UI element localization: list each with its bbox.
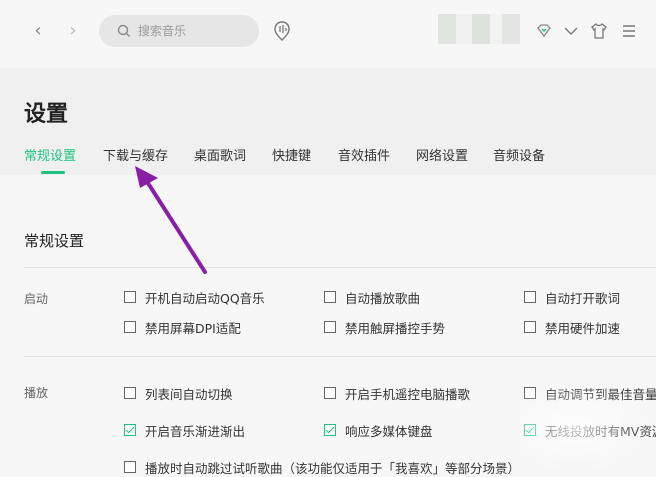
option-wireless-mv[interactable]: 无线投放时有MV资源 xyxy=(524,421,656,439)
option-auto-play[interactable]: 自动播放歌曲 xyxy=(324,288,420,306)
chevron-right-icon[interactable]: › xyxy=(62,20,84,42)
search-placeholder: 搜索音乐 xyxy=(138,24,187,38)
checkbox[interactable] xyxy=(124,321,136,333)
checkbox[interactable] xyxy=(324,387,336,399)
listen-recognition-icon[interactable] xyxy=(272,20,292,42)
option-disable-touch-gesture[interactable]: 禁用触屏播控手势 xyxy=(324,318,445,336)
checkbox[interactable] xyxy=(524,387,536,399)
option-media-keys[interactable]: 响应多媒体键盘 xyxy=(324,421,433,439)
checkbox-checked[interactable] xyxy=(124,424,136,436)
divider xyxy=(24,267,656,268)
tab-hotkeys[interactable]: 快捷键 xyxy=(272,145,311,164)
tab-audio-plugins[interactable]: 音效插件 xyxy=(338,145,390,164)
option-auto-volume[interactable]: 自动调节到最佳音量 xyxy=(524,384,656,402)
checkbox[interactable] xyxy=(324,321,336,333)
group-label-startup: 启动 xyxy=(24,292,49,306)
settings-header: 设置 常规设置 下载与缓存 桌面歌词 快捷键 音效插件 网络设置 音频设备 xyxy=(0,68,656,175)
tab-download-cache[interactable]: 下载与缓存 xyxy=(103,145,168,164)
tab-desktop-lyrics[interactable]: 桌面歌词 xyxy=(194,145,246,164)
menu-icon[interactable] xyxy=(619,21,639,41)
shirt-icon[interactable] xyxy=(589,21,609,41)
divider xyxy=(24,356,656,357)
checkbox-checked[interactable] xyxy=(324,424,336,436)
option-disable-hw-accel[interactable]: 禁用硬件加速 xyxy=(524,318,620,336)
top-bar: ‹ › 搜索音乐 xyxy=(0,0,656,68)
option-auto-start[interactable]: 开机自动启动QQ音乐 xyxy=(124,288,265,306)
tab-network[interactable]: 网络设置 xyxy=(416,145,468,164)
option-disable-dpi[interactable]: 禁用屏幕DPI适配 xyxy=(124,318,241,336)
section-title: 常规设置 xyxy=(24,232,85,250)
option-phone-remote[interactable]: 开启手机遥控电脑播歌 xyxy=(324,384,470,402)
option-fade[interactable]: 开启音乐渐进渐出 xyxy=(124,421,245,439)
tab-audio-device[interactable]: 音频设备 xyxy=(493,145,545,164)
settings-content: 常规设置 启动 开机自动启动QQ音乐 自动播放歌曲 自动打开歌词 禁用屏幕DPI… xyxy=(0,175,656,476)
chevron-left-icon[interactable]: ‹ xyxy=(27,20,49,42)
checkbox[interactable] xyxy=(524,291,536,303)
checkbox-checked[interactable] xyxy=(524,424,536,436)
checkbox[interactable] xyxy=(524,321,536,333)
option-auto-switch-list[interactable]: 列表间自动切换 xyxy=(124,384,233,402)
tab-general[interactable]: 常规设置 xyxy=(24,145,76,164)
checkbox[interactable] xyxy=(124,461,136,473)
page-title: 设置 xyxy=(24,102,69,127)
active-tab-indicator xyxy=(41,171,65,174)
checkbox[interactable] xyxy=(124,291,136,303)
group-label-playback: 播放 xyxy=(24,386,49,400)
checkbox[interactable] xyxy=(324,291,336,303)
option-skip-preview[interactable]: 播放时自动跳过试听歌曲（该功能仅适用于「我喜欢」等部分场景） xyxy=(124,458,520,476)
search-input[interactable]: 搜索音乐 xyxy=(99,15,259,47)
search-icon xyxy=(117,24,130,37)
option-auto-open-lyrics[interactable]: 自动打开歌词 xyxy=(524,288,620,306)
diamond-icon[interactable] xyxy=(534,21,554,41)
checkbox[interactable] xyxy=(124,387,136,399)
blurred-avatar[interactable] xyxy=(438,14,520,44)
chevron-down-icon[interactable] xyxy=(561,21,581,41)
